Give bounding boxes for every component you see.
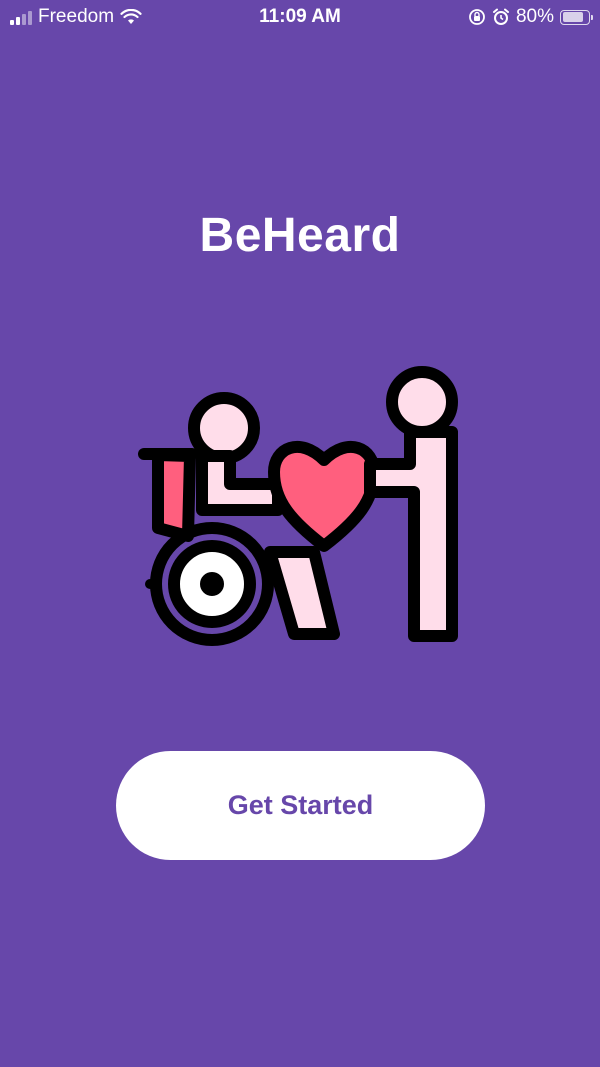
get-started-button[interactable]: Get Started	[116, 751, 485, 860]
battery-level-fill	[562, 12, 583, 22]
signal-icon	[10, 9, 32, 25]
carrier-name: Freedom	[38, 6, 115, 27]
orientation-lock-icon	[468, 8, 486, 26]
battery-icon	[560, 9, 593, 25]
status-bar-left: Freedom	[0, 6, 142, 28]
status-bar: Freedom 11:09 AM 80%	[0, 0, 600, 34]
wheelchair-caregiver-heart-icon	[138, 366, 458, 646]
battery-percent: 80%	[515, 6, 554, 27]
app-title: BeHeard	[199, 209, 401, 262]
alarm-icon	[492, 8, 510, 26]
status-bar-right: 80%	[468, 6, 600, 28]
wifi-icon	[120, 9, 142, 25]
